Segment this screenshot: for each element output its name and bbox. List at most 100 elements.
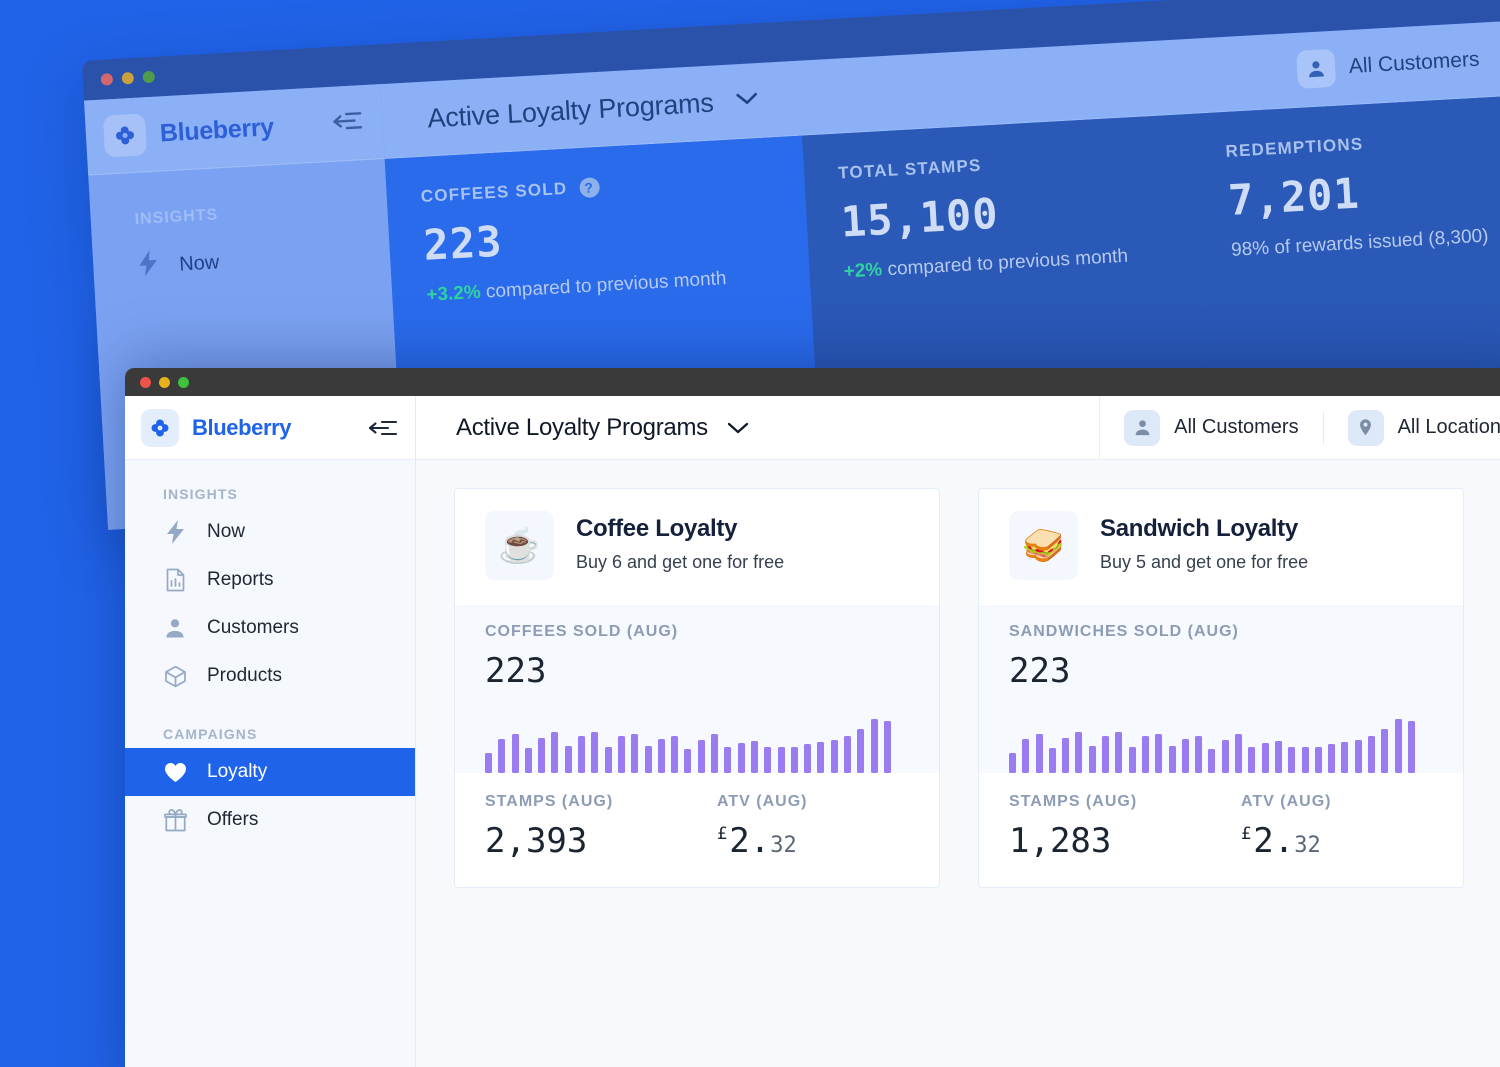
topbar-filters: All Customers All Locations [1099, 396, 1500, 459]
sparkline-bar [1115, 732, 1123, 773]
maximize-button[interactable] [178, 376, 189, 388]
sidebar-group-insights: Now Reports Customers Products [125, 508, 415, 700]
person-icon [1124, 409, 1161, 446]
card-footer-stats: STAMPS (AUG) 2,393 ATV (AUG) £2.32 [455, 773, 939, 887]
sidebar-item-customers[interactable]: Customers [125, 604, 415, 652]
currency-symbol: £ [1241, 824, 1252, 844]
stat-value: £2.32 [1241, 821, 1463, 861]
person-icon [1295, 48, 1336, 89]
card-subtitle: Buy 6 and get one for free [576, 552, 785, 572]
sparkline-bar [857, 728, 865, 773]
help-icon: ? [578, 177, 600, 199]
sparkline-bar [1181, 739, 1189, 773]
sparkline-bar [671, 735, 679, 773]
stat-value: 2,393 [485, 821, 588, 861]
sparkline-bar [684, 748, 692, 773]
sparkline-bar [578, 735, 586, 773]
background-stat-delta: +2% [843, 259, 883, 283]
loyalty-card-coffee[interactable]: ☕ Coffee Loyalty Buy 6 and get one for f… [454, 488, 940, 888]
sparkline-bar [1261, 743, 1269, 773]
sparkline-bar [1288, 747, 1296, 773]
sparkline-bar [1381, 728, 1389, 773]
loyalty-card-sandwich[interactable]: 🥪 Sandwich Loyalty Buy 5 and get one for… [978, 488, 1464, 888]
sparkline-bar [830, 740, 838, 773]
sidebar-item-products[interactable]: Products [125, 652, 415, 700]
filter-all-locations[interactable]: All Locations [1324, 396, 1500, 459]
sparkline-bar [1208, 748, 1216, 773]
background-stat-value: 7,201 [1226, 168, 1361, 225]
sparkline-bar [617, 735, 625, 773]
sparkline-bar [1062, 737, 1070, 773]
sidebar-item-label: Products [207, 665, 282, 686]
sparkline-bar [883, 720, 891, 773]
sparkline-bar [1235, 733, 1243, 773]
chevron-down-icon [733, 89, 760, 111]
sparkline-bar [1195, 735, 1203, 773]
sparkline-bar [511, 733, 519, 773]
brand-name: Blueberry [192, 414, 292, 440]
collapse-sidebar-icon[interactable] [367, 418, 399, 438]
background-stat-label: COFFEES SOLD [420, 178, 568, 207]
background-stat-sub: 98% of rewards issued (8,300) [1230, 225, 1490, 261]
sparkline-bar [1368, 735, 1376, 773]
sparkline-bar [1102, 735, 1110, 773]
sparkline-bar [551, 732, 559, 773]
card-footer-stats: STAMPS (AUG) 1,283 ATV (AUG) £2.32 [979, 773, 1463, 887]
background-filter-customers: All Customers [1269, 21, 1500, 108]
minimize-button[interactable] [159, 376, 170, 388]
background-brand-name: Blueberry [159, 112, 275, 147]
gift-icon [163, 808, 187, 832]
sparkline-bar [591, 732, 599, 773]
sparkline-bar [631, 734, 639, 773]
coffee-cup-emoji: ☕ [485, 511, 554, 580]
sidebar-group-title-insights: INSIGHTS [163, 486, 238, 502]
card-subtitle: Buy 5 and get one for free [1100, 552, 1309, 572]
stat-label: ATV (AUG) [1241, 793, 1332, 810]
screenshot-stage: Blueberry INSIGHTS Now Active Loyalty Pr… [0, 0, 1500, 1067]
sparkline-bar [644, 745, 652, 773]
sparkline-bar [604, 747, 612, 773]
sidebar-item-offers[interactable]: Offers [125, 796, 415, 844]
sparkline-bar [870, 718, 878, 773]
sidebar-item-label: Loyalty [207, 761, 268, 782]
sparkline-bar [1221, 739, 1229, 773]
sparkline-bar [1075, 732, 1083, 773]
sidebar: Blueberry INSIGHTS Now Reports Customers… [125, 396, 416, 1067]
sparkline-bar [711, 733, 719, 773]
footer-stat-atv: ATV (AUG) £2.32 [1241, 793, 1463, 861]
filter-all-customers[interactable]: All Customers [1100, 396, 1322, 459]
brand-header: Blueberry [125, 396, 415, 460]
sparkline-bar [764, 747, 772, 773]
background-stat-sub: compared to previous month [886, 245, 1129, 281]
person-icon [163, 617, 187, 639]
stat-value: 1,283 [1009, 821, 1112, 861]
sparkline-bar [804, 744, 812, 773]
sparkline-bar [1168, 745, 1176, 773]
sparkline-bar [844, 735, 852, 773]
sidebar-item-loyalty[interactable]: Loyalty [125, 748, 415, 796]
background-stat-sub: compared to previous month [485, 268, 728, 303]
cube-icon [163, 665, 187, 688]
chevron-down-icon[interactable] [726, 420, 750, 435]
filter-label: All Locations [1397, 416, 1500, 438]
sparkline-bar [1248, 747, 1256, 773]
stat-label: COFFEES SOLD (AUG) [485, 623, 679, 640]
sidebar-item-now[interactable]: Now [125, 508, 415, 556]
card-title: Sandwich Loyalty [1100, 515, 1298, 542]
sparkline-bar [1314, 747, 1322, 773]
content-area: ☕ Coffee Loyalty Buy 6 and get one for f… [416, 460, 1500, 1067]
sidebar-group-title-campaigns: CAMPAIGNS [163, 726, 258, 742]
sidebar-item-reports[interactable]: Reports [125, 556, 415, 604]
background-filter-label: All Customers [1348, 47, 1480, 78]
sparkline-bar [1301, 747, 1309, 773]
card-title: Coffee Loyalty [576, 515, 738, 542]
close-button[interactable] [140, 376, 151, 388]
topbar: Active Loyalty Programs All Customers Al… [416, 396, 1500, 460]
loyalty-cards-grid: ☕ Coffee Loyalty Buy 6 and get one for f… [416, 488, 1500, 888]
collapse-sidebar-icon [330, 109, 365, 138]
background-stat-delta: +3.2% [425, 281, 482, 306]
sparkline-chart [485, 705, 909, 773]
stat-value: 223 [1009, 651, 1071, 691]
sparkline-bar [1274, 741, 1282, 773]
bolt-icon [136, 250, 160, 283]
